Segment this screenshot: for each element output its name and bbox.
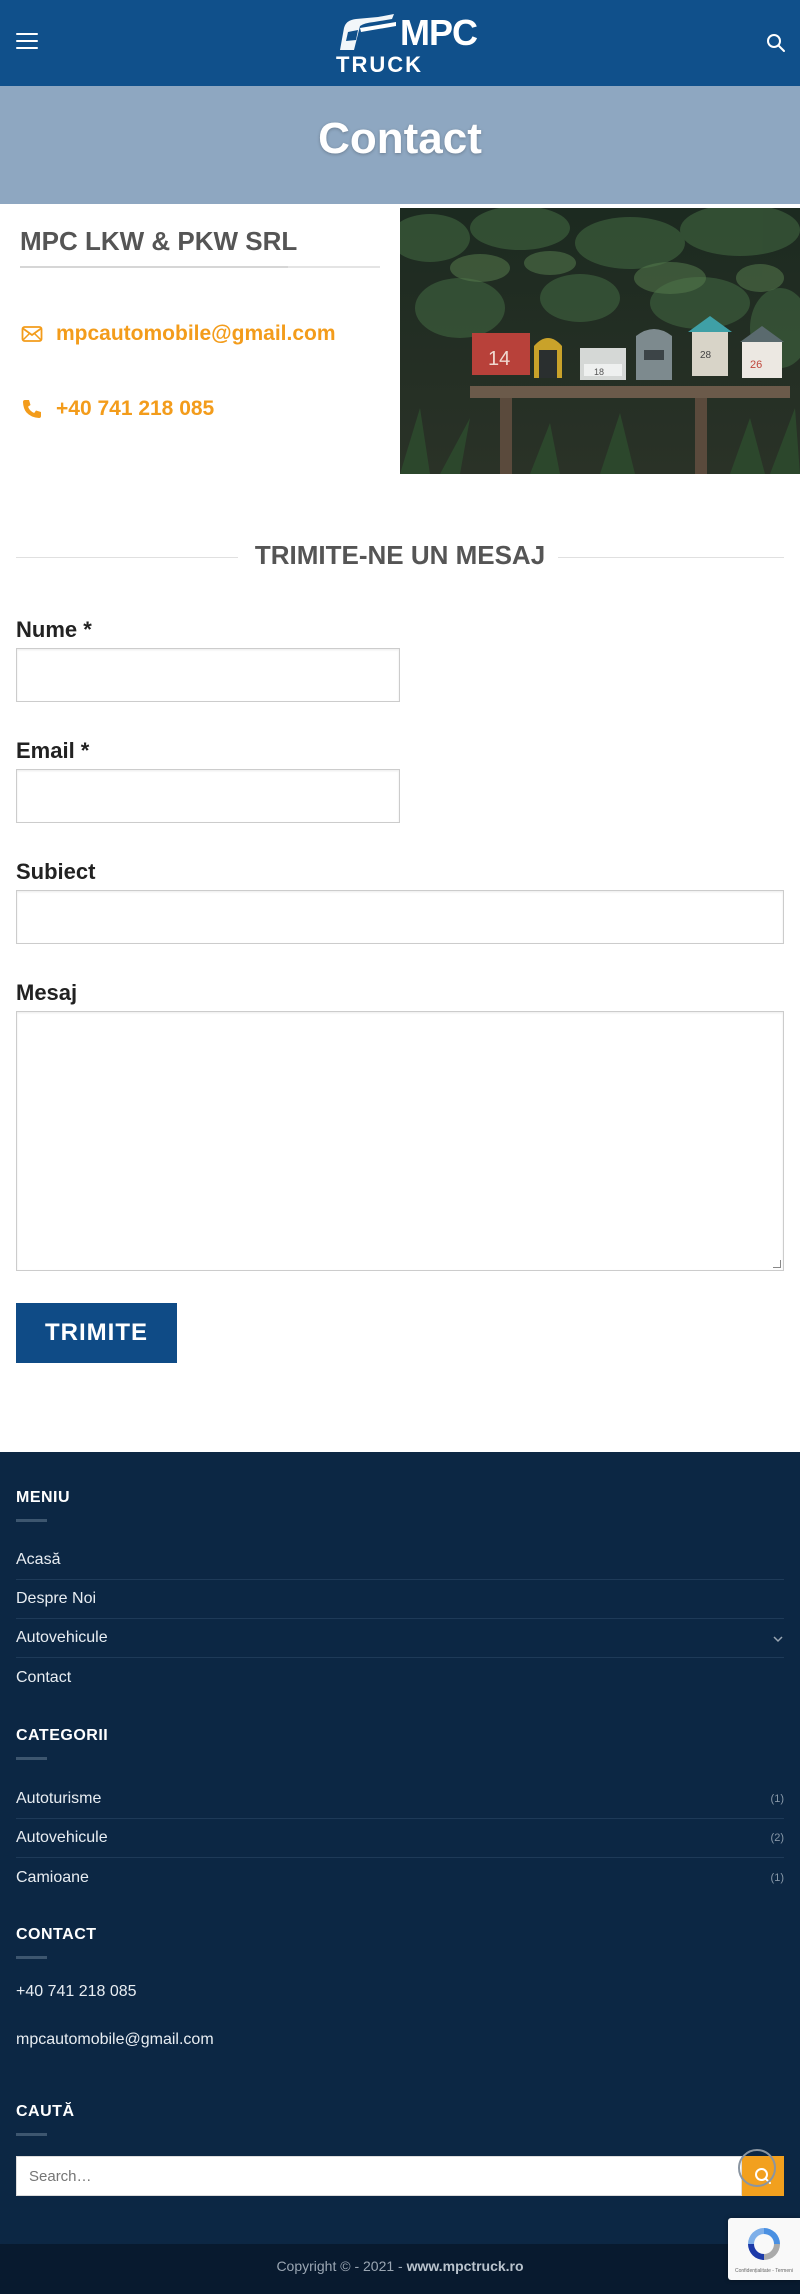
copyright-text: Copyright © - 2021 - www.mpctruck.ro (0, 2244, 800, 2288)
category-item[interactable]: Autoturisme (1) (16, 1780, 784, 1819)
footer-heading-bar (16, 1956, 47, 1959)
resize-handle[interactable] (773, 1260, 781, 1268)
company-name: MPC LKW & PKW SRL (20, 226, 298, 256)
envelope-icon (20, 322, 44, 346)
category-item[interactable]: Camioane (1) (16, 1858, 784, 1897)
footer-menu-item[interactable]: Acasă (16, 1541, 784, 1580)
logo-text-mpc: MPC (400, 12, 478, 53)
copyright-site-link[interactable]: www.mpctruck.ro (407, 2258, 524, 2274)
footer-categories-heading: CATEGORII (16, 1727, 109, 1744)
chevron-down-icon[interactable] (772, 1632, 784, 1644)
submit-button[interactable]: TRIMITE (16, 1303, 177, 1363)
category-item[interactable]: Autovehicule (2) (16, 1819, 784, 1858)
footer-menu-label: Contact (16, 1668, 72, 1686)
footer-menu-label: Despre Noi (16, 1590, 97, 1607)
contact-photo: 14 18 28 26 (400, 208, 800, 474)
recaptcha-icon (748, 2228, 780, 2260)
divider (20, 266, 380, 268)
footer-email[interactable]: mpcautomobile@gmail.com (16, 2031, 214, 2049)
email-link[interactable]: mpcautomobile@gmail.com (56, 322, 336, 346)
footer-menu-label: Autovehicule (16, 1629, 108, 1646)
email-label: Email * (16, 738, 90, 763)
back-to-top-button[interactable] (738, 2149, 776, 2187)
form-section-heading: TRIMITE-NE UN MESAJ (16, 540, 784, 576)
name-label: Nume * (16, 617, 92, 642)
copyright-bar: Copyright © - 2021 - www.mpctruck.ro (0, 2244, 800, 2294)
footer-phone[interactable]: +40 741 218 085 (16, 1983, 137, 2001)
subject-field[interactable] (16, 890, 784, 944)
footer-heading-bar (16, 1519, 47, 1522)
recaptcha-text[interactable]: Confidențialitate - Termeni (732, 2268, 796, 2274)
site-header: MPC TRUCK (0, 0, 800, 86)
footer-contact-heading: CONTACT (16, 1926, 97, 1943)
truck-logo-icon (340, 14, 396, 50)
heading-line-right (558, 557, 784, 558)
footer-menu-label: Acasă (16, 1551, 61, 1568)
search-input[interactable] (17, 2157, 741, 2195)
hamburger-icon[interactable] (16, 33, 38, 51)
footer-heading-bar (16, 1757, 47, 1760)
form-heading: TRIMITE-NE UN MESAJ (254, 540, 546, 570)
logo-text-truck: TRUCK (336, 52, 423, 77)
message-textarea[interactable] (16, 1011, 784, 1271)
phone-icon (20, 397, 44, 421)
page-title-band: Contact (0, 86, 800, 204)
category-label: Camioane (16, 1868, 89, 1886)
category-count: (1) (770, 1793, 784, 1805)
mailbox-number: 14 (488, 348, 510, 370)
phone-link[interactable]: +40 741 218 085 (56, 397, 214, 421)
name-field[interactable] (16, 648, 400, 702)
footer-heading-bar (16, 2133, 47, 2136)
category-label: Autovehicule (16, 1829, 108, 1846)
recaptcha-badge[interactable]: Confidențialitate - Termeni (728, 2218, 800, 2280)
category-count: (1) (770, 1871, 784, 1884)
phone-contact[interactable]: +40 741 218 085 (20, 397, 214, 421)
footer-menu-item[interactable]: Autovehicule (16, 1619, 784, 1658)
mailbox-number: 18 (594, 367, 604, 377)
footer-menu-item[interactable]: Despre Noi (16, 1580, 784, 1619)
message-label: Mesaj (16, 980, 78, 1005)
subject-label: Subiect (16, 859, 96, 884)
search-icon[interactable] (766, 33, 786, 53)
category-label: Autoturisme (16, 1790, 102, 1807)
mailbox-number: 26 (750, 359, 762, 371)
copyright-prefix: Copyright © - 2021 - (276, 2258, 407, 2274)
footer-menu-heading: MENIU (16, 1489, 71, 1506)
mailbox-number: 28 (700, 350, 712, 361)
category-count: (2) (770, 1832, 784, 1844)
email-field[interactable] (16, 769, 400, 823)
page-title: Contact (318, 114, 482, 163)
footer-search-box[interactable] (16, 2156, 742, 2196)
site-logo[interactable]: MPC TRUCK (334, 10, 478, 77)
email-contact[interactable]: mpcautomobile@gmail.com (20, 322, 336, 346)
footer-search-heading: CAUTĂ (16, 2103, 75, 2120)
footer-menu-item[interactable]: Contact (16, 1658, 784, 1697)
